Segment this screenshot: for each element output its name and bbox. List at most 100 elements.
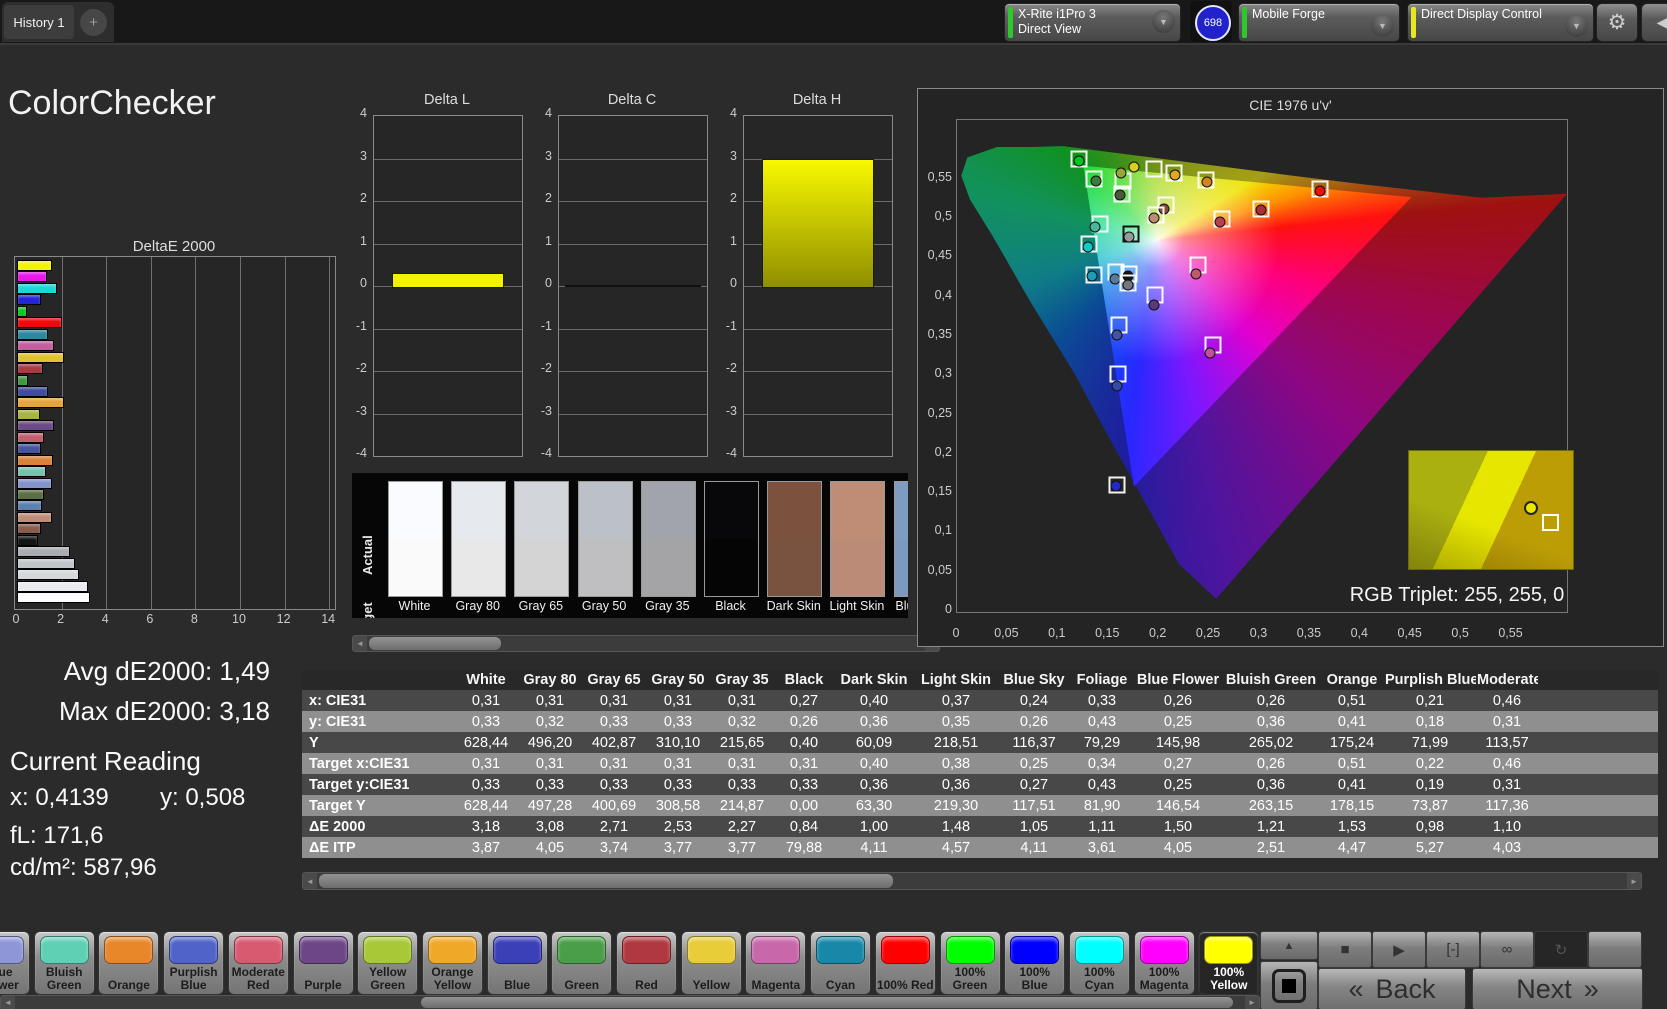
scroll-left-icon[interactable]: ◄	[303, 873, 317, 889]
pattern-button-blue-flower[interactable]: Blue Flower	[0, 931, 30, 995]
tab-history-1[interactable]: History 1 +	[2, 2, 114, 42]
pattern-swatch	[363, 936, 413, 964]
results-table-container: White Gray 80 Gray 65 Gray 50 Gray 35 Black Da…	[302, 670, 1658, 865]
pattern-button-purple[interactable]: Purple	[292, 931, 354, 995]
pattern-button-100-cyan[interactable]: 100% Cyan	[1068, 931, 1130, 995]
deltae-bar-gray-50	[17, 557, 76, 569]
table-cell: 0,34	[1070, 753, 1134, 774]
table-cell: 0,36	[1222, 711, 1320, 732]
next-button[interactable]: Next »	[1472, 968, 1643, 1009]
pattern-label: Blue	[504, 978, 531, 992]
delta-y-tick-label: 1	[545, 233, 552, 248]
table-corner	[302, 670, 454, 690]
deltae-bar-dark-skin	[17, 523, 42, 535]
pattern-button-cyan[interactable]: Cyan	[810, 931, 872, 995]
deltae-bar-blue	[17, 385, 49, 397]
table-cell: 4,05	[1134, 837, 1222, 858]
meter-dropdown[interactable]: X-Rite i1Pro 3 Direct View ▼	[1004, 3, 1181, 42]
delta-y-tick-label: 1	[730, 233, 737, 248]
pattern-up-button[interactable]: ▲	[1260, 931, 1318, 960]
cie-measured-marker	[1169, 169, 1181, 181]
pattern-button-bluish-green[interactable]: Bluish Green	[33, 931, 95, 995]
tab-label[interactable]: History 1	[4, 5, 74, 39]
collapse-panel-button[interactable]: ◀	[1641, 3, 1667, 42]
deltae-bar-red	[17, 363, 44, 375]
chevron-down-icon[interactable]: ▼	[1152, 10, 1175, 33]
scroll-left-icon[interactable]: ◄	[353, 636, 367, 651]
cie-x-tick-label: 0,4	[1350, 626, 1368, 640]
pattern-swatch	[169, 936, 219, 964]
column-header-foliage: Foliage	[1070, 670, 1134, 690]
scroll-left-icon[interactable]: ◄	[1, 996, 15, 1009]
swatch-scrollbar[interactable]: ◄ ►	[352, 635, 940, 652]
continuous-button[interactable]: ∞	[1480, 931, 1534, 968]
exposure-badge[interactable]: 698	[1195, 5, 1231, 41]
pattern-scrollbar-thumb[interactable]	[421, 997, 1233, 1008]
column-header-gray-65: Gray 65	[582, 670, 646, 690]
pattern-button-100-red[interactable]: 100% Red	[874, 931, 936, 995]
table-cell: 0,35	[914, 711, 998, 732]
scroll-right-icon[interactable]: ►	[1245, 996, 1259, 1009]
source-dropdown[interactable]: Mobile Forge ▼	[1238, 3, 1400, 42]
pattern-button-yellow[interactable]: Yellow	[680, 931, 742, 995]
extra-button[interactable]	[1588, 931, 1642, 968]
play-button[interactable]: ▶	[1372, 931, 1426, 968]
measure-window-button[interactable]: [-]	[1426, 931, 1480, 968]
table-cell: 0,27	[774, 690, 834, 711]
next-label: Next	[1516, 973, 1572, 1004]
table-scrollbar[interactable]: ◄ ►	[302, 872, 1642, 890]
cie-measured-marker	[1115, 167, 1127, 179]
display-control-dropdown[interactable]: Direct Display Control ▼	[1407, 3, 1594, 42]
source-name: Mobile Forge	[1252, 7, 1325, 21]
pattern-button-blue[interactable]: Blue	[486, 931, 548, 995]
pattern-button-orange-yellow[interactable]: Orange Yellow	[421, 931, 483, 995]
row-label: Target x:CIE31	[302, 753, 454, 774]
deltae-x-tick-label: 2	[57, 612, 65, 626]
table-cell: 0,31	[582, 753, 646, 774]
pattern-button-moderate-red[interactable]: Moderate Red	[227, 931, 289, 995]
settings-button[interactable]: ⚙	[1596, 3, 1638, 42]
pattern-button-magenta[interactable]: Magenta	[745, 931, 807, 995]
swatch-light-skin	[830, 481, 886, 597]
delta-bar	[762, 158, 874, 288]
pattern-label: 100% Green	[952, 965, 988, 992]
pattern-button-100-green[interactable]: 100% Green	[939, 931, 1001, 995]
table-cell: 3,77	[710, 837, 774, 858]
pattern-button-100-yellow[interactable]: 100% Yellow	[1198, 931, 1260, 995]
play-icon: ▶	[1393, 941, 1405, 959]
pattern-button-purplish-blue[interactable]: Purplish Blue	[163, 931, 225, 995]
delta-y-tick-label: 4	[545, 106, 552, 120]
stop-button[interactable]: ■	[1318, 931, 1372, 968]
pattern-button-100-blue[interactable]: 100% Blue	[1004, 931, 1066, 995]
refresh-button[interactable]: ↻	[1534, 931, 1588, 968]
cie-measured-marker	[1073, 155, 1085, 167]
swatch-target-color	[894, 539, 908, 596]
cie-x-tick-label: 0,45	[1397, 626, 1422, 640]
cie-x-tick-label: 0,05	[994, 626, 1019, 640]
table-cell: 146,54	[1134, 795, 1222, 816]
table-cell: 0,46	[1476, 753, 1538, 774]
refresh-icon: ↻	[1554, 941, 1568, 959]
swatch-scrollbar-thumb[interactable]	[369, 637, 501, 650]
swatch-target-color	[705, 539, 758, 596]
pattern-button-100-magenta[interactable]: 100% Magenta	[1133, 931, 1195, 995]
table-cell: 0,26	[1222, 690, 1320, 711]
table-cell: 0,98	[1384, 816, 1476, 837]
cie-measured-marker	[1190, 268, 1202, 280]
chevron-down-icon[interactable]: ▼	[1371, 14, 1394, 37]
pattern-window-button[interactable]	[1260, 961, 1318, 1009]
pattern-button-orange[interactable]: Orange	[98, 931, 160, 995]
scroll-right-icon[interactable]: ►	[1627, 873, 1641, 889]
table-scrollbar-thumb[interactable]	[319, 874, 893, 888]
table-cell: 0,36	[1222, 774, 1320, 795]
pattern-scrollbar[interactable]: ◄ ►	[0, 995, 1260, 1009]
back-button[interactable]: « Back	[1318, 968, 1466, 1009]
table-cell: 0,32	[518, 711, 582, 732]
column-header-purplish-blue: Purplish Blue	[1384, 670, 1476, 690]
pattern-button-green[interactable]: Green	[551, 931, 613, 995]
chevron-down-icon[interactable]: ▼	[1565, 14, 1588, 37]
pattern-button-red[interactable]: Red	[616, 931, 677, 995]
pattern-button-yellow-green[interactable]: Yellow Green	[357, 931, 419, 995]
swatch-label: White	[398, 599, 431, 613]
add-tab-button[interactable]: +	[80, 9, 107, 36]
